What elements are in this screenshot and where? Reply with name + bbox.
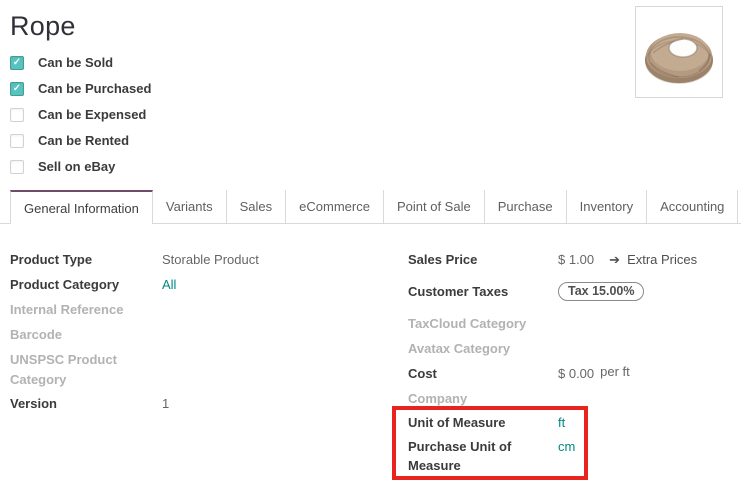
customer-taxes-label: Customer Taxes xyxy=(408,284,509,299)
field-row-sales-price: Sales Price $ 1.00 ➔ Extra Prices xyxy=(408,250,741,282)
internal-reference-label: Internal Reference xyxy=(10,302,124,317)
can-be-sold-label: Can be Sold xyxy=(38,55,114,70)
cost-uom-suffix: per ft xyxy=(600,364,630,379)
sales-price-label: Sales Price xyxy=(408,252,478,267)
field-row-version: Version 1 xyxy=(10,394,408,419)
checkbox-row-can-be-sold[interactable]: ✓ Can be Sold xyxy=(10,55,151,70)
field-row-cost: Cost $ 0.00 per ft xyxy=(408,364,741,389)
tab-inventory[interactable]: Inventory xyxy=(567,190,648,223)
checkbox-row-sell-on-ebay[interactable]: ✓ Sell on eBay xyxy=(10,159,151,174)
customer-tax-badge[interactable]: Tax 15.00% xyxy=(558,282,645,301)
tab-purchase[interactable]: Purchase xyxy=(485,190,567,223)
checkmark-icon: ✓ xyxy=(12,56,22,68)
header-left: Rope ✓ Can be Sold ✓ Can be Purchased ✓ … xyxy=(10,8,151,185)
general-information-panel: Product Type Storable Product Product Ca… xyxy=(0,224,741,480)
arrow-right-icon: ➔ xyxy=(609,252,621,267)
highlight-rectangle: Unit of Measure ft Purchase Unit of Meas… xyxy=(392,406,588,480)
tab-variants[interactable]: Variants xyxy=(153,190,227,223)
field-row-unit-of-measure: Unit of Measure ft xyxy=(408,413,576,437)
field-row-unspsc-category[interactable]: UNSPSC Product Category xyxy=(10,350,408,390)
unit-of-measure-label: Unit of Measure xyxy=(408,415,506,430)
field-row-barcode[interactable]: Barcode xyxy=(10,325,408,350)
tab-ecommerce[interactable]: eCommerce xyxy=(286,190,384,223)
sell-on-ebay-label: Sell on eBay xyxy=(38,159,116,174)
version-value[interactable]: 1 xyxy=(162,394,169,414)
product-category-label: Product Category xyxy=(10,277,120,292)
sales-price-value[interactable]: $ 1.00 xyxy=(558,250,594,270)
barcode-label: Barcode xyxy=(10,327,63,342)
purchase-unit-of-measure-label: Purchase Unit of Measure xyxy=(408,439,512,473)
field-row-product-category: Product Category All xyxy=(10,275,408,300)
tab-bar: General Information Variants Sales eComm… xyxy=(0,190,741,224)
field-row-product-type: Product Type Storable Product xyxy=(10,250,408,275)
extra-prices-link[interactable]: Extra Prices xyxy=(627,250,697,270)
checkbox-row-can-be-rented[interactable]: ✓ Can be Rented xyxy=(10,133,151,148)
version-label: Version xyxy=(10,396,57,411)
field-row-avatax-category[interactable]: Avatax Category xyxy=(408,339,741,364)
checkbox-row-can-be-purchased[interactable]: ✓ Can be Purchased xyxy=(10,81,151,96)
unspsc-category-label: UNSPSC Product Category xyxy=(10,352,117,387)
form-right-column: Sales Price $ 1.00 ➔ Extra Prices Custom… xyxy=(392,250,741,480)
checkbox-row-can-be-expensed[interactable]: ✓ Can be Expensed xyxy=(10,107,151,122)
can-be-purchased-label: Can be Purchased xyxy=(38,81,152,96)
cost-label: Cost xyxy=(408,366,437,381)
tab-general-information[interactable]: General Information xyxy=(10,190,153,224)
field-row-customer-taxes: Customer Taxes Tax 15.00% xyxy=(408,282,741,314)
product-form-page: Rope ✓ Can be Sold ✓ Can be Purchased ✓ … xyxy=(0,0,741,480)
can-be-rented-label: Can be Rented xyxy=(38,133,130,148)
cost-value[interactable]: $ 0.00 xyxy=(558,364,594,384)
product-type-label: Product Type xyxy=(10,252,93,267)
field-row-taxcloud-category[interactable]: TaxCloud Category xyxy=(408,314,741,339)
product-type-value[interactable]: Storable Product xyxy=(162,250,259,270)
avatax-category-label: Avatax Category xyxy=(408,341,511,356)
field-row-purchase-unit-of-measure: Purchase Unit of Measure cm xyxy=(408,437,576,475)
can-be-purchased-checkbox[interactable]: ✓ xyxy=(10,81,24,96)
product-image[interactable] xyxy=(635,6,723,98)
product-flags-list: ✓ Can be Sold ✓ Can be Purchased ✓ Can b… xyxy=(10,55,151,174)
product-header: Rope ✓ Can be Sold ✓ Can be Purchased ✓ … xyxy=(0,0,741,190)
checkmark-icon: ✓ xyxy=(12,82,22,94)
taxcloud-category-label: TaxCloud Category xyxy=(408,316,527,331)
can-be-expensed-checkbox[interactable]: ✓ xyxy=(10,107,24,122)
company-label: Company xyxy=(408,391,468,406)
page-title[interactable]: Rope xyxy=(10,10,151,42)
rope-coil-image xyxy=(645,33,713,84)
tab-sales[interactable]: Sales xyxy=(227,190,287,223)
tab-accounting[interactable]: Accounting xyxy=(647,190,739,223)
form-left-column: Product Type Storable Product Product Ca… xyxy=(10,250,408,480)
tab-point-of-sale[interactable]: Point of Sale xyxy=(384,190,485,223)
product-category-value[interactable]: All xyxy=(162,275,176,295)
unit-of-measure-value[interactable]: ft xyxy=(558,413,565,433)
sell-on-ebay-checkbox[interactable]: ✓ xyxy=(10,159,24,174)
purchase-unit-of-measure-value[interactable]: cm xyxy=(558,437,575,457)
field-row-internal-reference[interactable]: Internal Reference xyxy=(10,300,408,325)
can-be-sold-checkbox[interactable]: ✓ xyxy=(10,55,24,70)
can-be-rented-checkbox[interactable]: ✓ xyxy=(10,133,24,148)
can-be-expensed-label: Can be Expensed xyxy=(38,107,147,122)
